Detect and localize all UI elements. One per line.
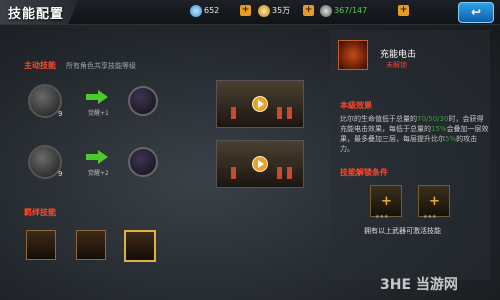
- stamina-counter: 367/147: [320, 4, 367, 18]
- skill-level: 9: [58, 170, 63, 178]
- gold-counter: 35万: [258, 4, 290, 18]
- bond-skills-heading: 羁绊技能: [24, 208, 56, 217]
- skill-level: 9: [58, 110, 63, 118]
- preview-figure: [231, 107, 236, 119]
- required-weapon-slot-1[interactable]: +: [370, 185, 402, 217]
- title-plate: 技能配置: [0, 0, 78, 24]
- skill-preview-video-1[interactable]: [216, 80, 304, 128]
- gold-coin-icon: [258, 4, 270, 17]
- active-skills-heading: 主动技能: [24, 61, 56, 70]
- upgrade-arrow-icon: [86, 150, 108, 164]
- weapon-stars: ★★★: [423, 214, 437, 220]
- locked-skill-icon[interactable]: [128, 86, 158, 116]
- bond-skill-icon-1[interactable]: [26, 230, 56, 260]
- effect-heading: 本级效果: [340, 101, 372, 110]
- preview-figure: [231, 167, 236, 179]
- play-icon[interactable]: [252, 96, 268, 112]
- charge-shock-skill-icon: [338, 40, 368, 70]
- awaken-label: 觉醒+2: [88, 170, 109, 177]
- skill-lock-status: 未解锁: [386, 61, 407, 69]
- preview-figure: [277, 107, 282, 119]
- add-stamina-button[interactable]: +: [398, 5, 409, 16]
- upgrade-arrow-icon: [86, 90, 108, 104]
- bond-skill-icon-2[interactable]: [76, 230, 106, 260]
- skill-name: 充能电击: [380, 50, 417, 60]
- required-weapon-slot-2[interactable]: +: [418, 185, 450, 217]
- watermark: 3HE 当游网: [380, 277, 458, 293]
- unlock-condition-note: 拥有以上武器可激活技能: [364, 227, 441, 235]
- preview-figure: [287, 167, 292, 179]
- plus-icon: +: [381, 194, 392, 209]
- active-skills-note: 所有角色共享技能等级: [66, 62, 136, 70]
- weapon-stars: ★★★: [375, 214, 389, 220]
- unlock-heading: 技能解锁条件: [340, 168, 388, 177]
- add-gold-button[interactable]: +: [303, 5, 314, 16]
- stamina-value: 367/147: [334, 6, 368, 15]
- gold-value: 35万: [272, 6, 291, 15]
- page-title: 技能配置: [8, 7, 65, 22]
- add-diamond-button[interactable]: +: [240, 5, 251, 16]
- lightning-icon: [320, 4, 332, 17]
- preview-figure: [277, 167, 282, 179]
- diamond-counter: 652: [190, 4, 219, 18]
- locked-skill-icon[interactable]: [128, 147, 158, 177]
- desc-highlight: 70/50/30: [417, 115, 449, 123]
- skill-preview-video-2[interactable]: [216, 140, 304, 188]
- back-button[interactable]: ↩: [458, 2, 494, 23]
- plus-icon: +: [429, 194, 440, 209]
- play-icon[interactable]: [252, 156, 268, 172]
- diamond-value: 652: [204, 6, 220, 15]
- skill-grenade-icon[interactable]: [28, 145, 62, 179]
- effect-description: 比尔的生命值低于总量的70/50/30时，会获得充能电击效果，每低于总量的15%…: [340, 114, 490, 154]
- desc-highlight: 5%: [445, 135, 457, 143]
- desc-text: 比尔的生命值低于总量的: [340, 115, 417, 123]
- bond-skill-icon-3-selected[interactable]: [124, 230, 156, 262]
- awaken-label: 觉醒+1: [88, 110, 109, 117]
- desc-highlight: 15%: [431, 125, 447, 133]
- skill-claw-icon[interactable]: [28, 84, 62, 118]
- diamond-icon: [190, 4, 202, 17]
- preview-figure: [287, 107, 292, 119]
